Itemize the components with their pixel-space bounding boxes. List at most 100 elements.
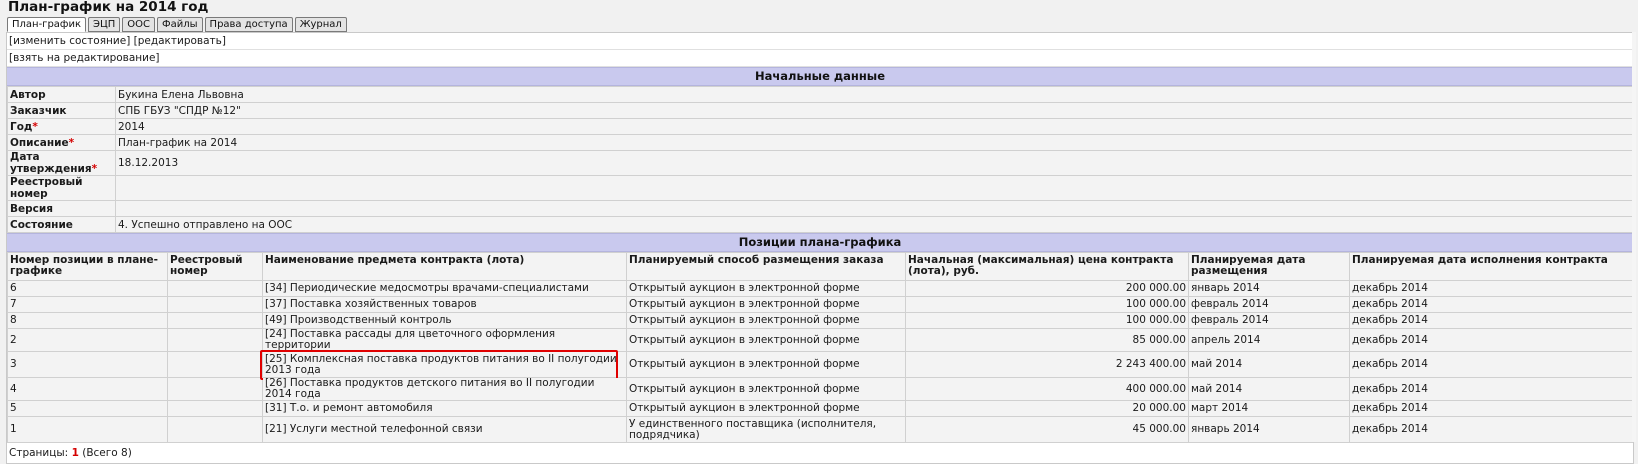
table-row[interactable]: 6 [34] Периодические медосмотры врачами-с… <box>7 280 1633 297</box>
tab-ecp[interactable]: ЭЦП <box>88 17 121 32</box>
position-number-text: 6 <box>10 282 17 294</box>
cell-initial-price: 400 000.00 <box>905 377 1189 401</box>
placement-date-text: январь 2014 <box>1191 282 1260 294</box>
cell-contract-subject[interactable]: [21] Услуги местной телефонной связи <box>262 416 627 443</box>
placement-date-text: февраль 2014 <box>1191 314 1269 326</box>
cell-placement-date: апрель 2014 <box>1188 328 1350 352</box>
info-label-text: Дата утверждения <box>10 151 92 175</box>
cell-initial-price: 20 000.00 <box>905 400 1189 417</box>
placement-method-text: Открытый аукцион в электронной форме <box>629 298 860 310</box>
cell-position-number: 4 <box>7 377 168 401</box>
placement-date-text: май 2014 <box>1191 382 1243 395</box>
info-label: Автор <box>7 86 116 103</box>
placement-method-text: Открытый аукцион в электронной форме <box>629 282 860 294</box>
placement-date-text: апрель 2014 <box>1191 333 1261 346</box>
contract-subject-text: [49] Производственный контроль <box>265 314 452 326</box>
pager: Страницы: 1 (Всего 8) <box>7 443 1633 463</box>
page: План-график на 2014 год План-график ЭЦП … <box>0 0 1638 464</box>
content-panel: [изменить состояние] [редактировать] [вз… <box>6 32 1634 464</box>
cell-contract-subject[interactable]: [49] Производственный контроль <box>262 312 627 329</box>
cell-placement-date: март 2014 <box>1188 400 1350 417</box>
contract-subject-text: [37] Поставка хозяйственных товаров <box>265 298 477 310</box>
position-number-text: 5 <box>10 402 17 414</box>
info-value: 4. Успешно отправлено на ООС <box>115 216 1633 233</box>
info-value: 2014 <box>115 118 1633 135</box>
placement-date-text: февраль 2014 <box>1191 298 1269 310</box>
position-number-text: 2 <box>10 333 17 346</box>
info-value: План-график на 2014 <box>115 134 1633 151</box>
info-label-text: Реестровый номер <box>10 176 83 200</box>
initial-price-text: 45 000.00 <box>1132 423 1186 435</box>
info-value: СПБ ГБУЗ "СПДР №12" <box>115 102 1633 119</box>
cell-execution-date: декабрь 2014 <box>1349 328 1633 352</box>
info-row: Состояние 4. Успешно отправлено на ООС <box>7 216 1633 233</box>
tab-access-rights[interactable]: Права доступа <box>204 17 293 32</box>
cell-position-number: 7 <box>7 296 168 313</box>
col-initial-price: Начальная (максимальная) цена контракта … <box>905 252 1189 281</box>
tab-files[interactable]: Файлы <box>157 17 203 32</box>
info-label: Реестровый номер <box>7 175 116 201</box>
cell-registry-number <box>167 416 263 443</box>
execution-date-text: декабрь 2014 <box>1352 382 1428 395</box>
table-row[interactable]: 7 [37] Поставка хозяйственных товаров Откр… <box>7 296 1633 313</box>
cell-placement-method: Открытый аукцион в электронной форме <box>626 377 906 401</box>
scrollbar[interactable] <box>1632 32 1636 442</box>
execution-date-text: декабрь 2014 <box>1352 333 1428 346</box>
info-label: Состояние <box>7 216 116 233</box>
info-label-text: Версия <box>10 202 53 215</box>
table-row[interactable]: 3 [25] Комплексная поставка продуктов пит… <box>7 350 1633 380</box>
info-value <box>115 175 1633 201</box>
table-row[interactable]: 4 [26] Поставка продуктов детского питани… <box>7 377 1633 401</box>
info-label-text: Заказчик <box>10 104 67 117</box>
table-row[interactable]: 5 [31] Т.о. и ремонт автомобиля Открытый а… <box>7 400 1633 417</box>
contract-subject-text: [24] Поставка рассады для цветочного офо… <box>265 328 556 351</box>
info-label-text: Описание <box>10 136 69 149</box>
col-registry-number: Реестровый номер <box>167 252 263 281</box>
cell-registry-number <box>167 312 263 329</box>
cell-position-number: 8 <box>7 312 168 329</box>
info-value: Букина Елена Львовна <box>115 86 1633 103</box>
info-row: Год* 2014 <box>7 118 1633 135</box>
info-value: 18.12.2013 <box>115 150 1633 176</box>
cell-contract-subject[interactable]: [24] Поставка рассады для цветочного офо… <box>262 328 627 352</box>
cell-contract-subject[interactable]: [31] Т.о. и ремонт автомобиля <box>262 400 627 417</box>
cell-initial-price: 85 000.00 <box>905 328 1189 352</box>
info-row: Описание* План-график на 2014 <box>7 134 1633 151</box>
tab-oos[interactable]: ООС <box>122 17 156 32</box>
cell-contract-subject[interactable]: [34] Периодические медосмотры врачами-сп… <box>262 280 627 297</box>
contract-subject-text: [26] Поставка продуктов детского питания… <box>265 377 595 400</box>
contract-subject-text: [25] Комплексная поставка продуктов пита… <box>265 352 617 376</box>
contract-subject-text: [31] Т.о. и ремонт автомобиля <box>265 402 433 414</box>
edit-link[interactable]: [редактировать] <box>134 35 226 47</box>
cell-contract-subject[interactable]: [25] Комплексная поставка продуктов пита… <box>260 350 627 380</box>
required-asterisk: * <box>91 163 98 175</box>
cell-placement-method: Открытый аукцион в электронной форме <box>626 328 906 352</box>
placement-method-text: Открытый аукцион в электронной форме <box>629 358 860 370</box>
cell-execution-date: декабрь 2014 <box>1349 416 1633 443</box>
tab-plan-schedule[interactable]: План-график <box>7 17 87 32</box>
cell-initial-price: 200 000.00 <box>905 280 1189 297</box>
placement-date-text: май 2014 <box>1191 358 1243 370</box>
take-for-edit-link[interactable]: [взять на редактирование] <box>9 52 160 64</box>
col-position-number: Номер позиции в плане-графике <box>7 252 168 281</box>
tab-journal[interactable]: Журнал <box>294 17 347 32</box>
cell-placement-method: Открытый аукцион в электронной форме <box>626 312 906 329</box>
execution-date-text: декабрь 2014 <box>1352 314 1428 326</box>
table-row[interactable]: 8 [49] Производственный контроль Открытый … <box>7 312 1633 329</box>
cell-contract-subject[interactable]: [26] Поставка продуктов детского питания… <box>262 377 627 401</box>
cell-contract-subject[interactable]: [37] Поставка хозяйственных товаров <box>262 296 627 313</box>
position-number-text: 4 <box>10 382 17 395</box>
table-row[interactable]: 1 [21] Услуги местной телефонной связи У е… <box>7 416 1633 443</box>
cell-registry-number <box>167 377 263 401</box>
initial-price-text: 100 000.00 <box>1125 314 1186 326</box>
contract-subject-text: [21] Услуги местной телефонной связи <box>265 423 483 435</box>
execution-date-text: декабрь 2014 <box>1352 282 1428 294</box>
table-row[interactable]: 2 [24] Поставка рассады для цветочного оф… <box>7 328 1633 352</box>
action-bar: [изменить состояние] [редактировать] <box>7 33 1633 50</box>
change-state-link[interactable]: [изменить состояние] <box>9 35 130 47</box>
cell-execution-date: декабрь 2014 <box>1349 400 1633 417</box>
cell-execution-date: декабрь 2014 <box>1349 296 1633 313</box>
cell-placement-date: февраль 2014 <box>1188 296 1350 313</box>
info-row: Автор Букина Елена Львовна <box>7 86 1633 103</box>
pager-current-page[interactable]: 1 <box>72 447 79 459</box>
